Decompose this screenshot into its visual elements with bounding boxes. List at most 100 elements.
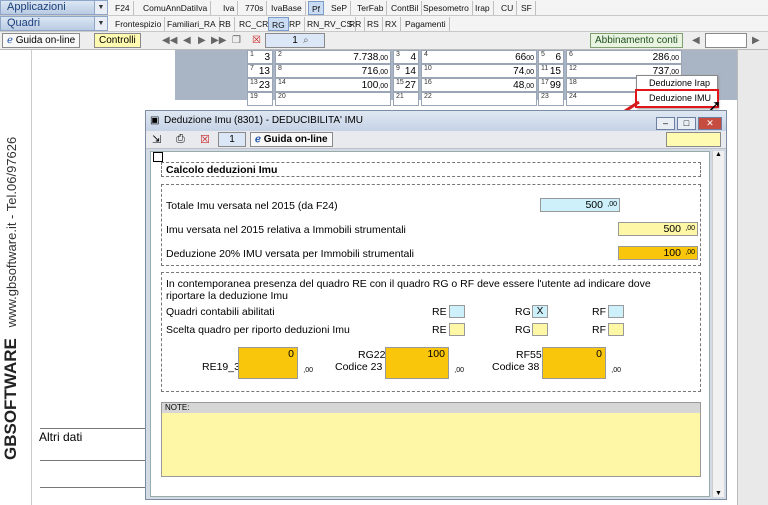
menu-item-comuanndatiiva[interactable]: ComuAnnDatiIva xyxy=(140,1,212,15)
cell-number: 19 xyxy=(250,93,258,100)
grid-cell[interactable]: 34 xyxy=(393,50,419,64)
grid-cell[interactable]: 7 13 xyxy=(247,64,273,78)
grid-cell[interactable]: 6 286,00 xyxy=(566,50,682,64)
main-toolbar: ℯ Guida on-line Controlli ◀◀ ◀ ▶ ▶▶ ❐ ☒ … xyxy=(0,32,768,50)
rg-choice-checkbox[interactable] xyxy=(532,323,548,336)
deduzione-imu-item[interactable]: Deduzione IMU xyxy=(635,89,719,108)
grid-cell[interactable]: 13 xyxy=(247,50,273,64)
prev-arrow-icon[interactable]: ◀ xyxy=(692,35,700,46)
guida-online-button[interactable]: ℯ Guida on-line xyxy=(2,33,81,48)
grid-cell[interactable]: 23 xyxy=(538,92,564,106)
menu-item-contbil[interactable]: ContBil xyxy=(388,1,423,15)
applicazioni-combo[interactable]: Applicazioni ▼ xyxy=(0,0,108,15)
menu-item-ivabase[interactable]: IvaBase xyxy=(268,1,306,15)
grid-cell[interactable]: 4 6600 xyxy=(421,50,537,64)
maximize-icon[interactable]: □ xyxy=(677,117,696,130)
grid-cell[interactable]: 21 xyxy=(393,92,419,106)
quadro-tab-frontespizio[interactable]: Frontespizio xyxy=(112,17,166,31)
decimal-suffix: ,00 xyxy=(454,367,464,374)
controlli-button[interactable]: Controlli xyxy=(94,33,141,48)
first-page-icon[interactable]: ◀◀ xyxy=(162,35,177,46)
quadri-combo[interactable]: Quadri ▼ xyxy=(0,16,108,31)
menu-item-iva[interactable]: Iva xyxy=(220,1,239,15)
re-choice-checkbox[interactable] xyxy=(449,323,465,336)
rf-enabled-checkbox[interactable] xyxy=(608,305,624,318)
copy-icon[interactable]: ❐ xyxy=(232,35,241,46)
rg-enabled-checkbox[interactable]: X xyxy=(532,305,548,318)
cell-value: 3 xyxy=(264,52,270,63)
page-number-field[interactable]: 1 xyxy=(265,33,325,48)
close-icon[interactable]: ✕ xyxy=(698,117,722,130)
quadro-tab-rs[interactable]: RS xyxy=(364,17,383,31)
grid-cell[interactable]: 20 xyxy=(275,92,391,106)
deduzione-irap-item[interactable]: Deduzione Irap xyxy=(637,76,717,91)
quadro-tab-rr[interactable]: RR xyxy=(346,17,366,31)
scroll-down-icon[interactable]: ▼ xyxy=(713,490,724,497)
cell-value: 14 xyxy=(405,66,416,77)
grid-cell[interactable]: 16 48,00 xyxy=(421,78,537,92)
next-arrow-icon[interactable]: ▶ xyxy=(752,35,760,46)
grid-cell[interactable]: 10 74,00 xyxy=(421,64,537,78)
grid-cell[interactable]: 14 100,00 xyxy=(275,78,391,92)
quadro-tab-rx[interactable]: RX xyxy=(382,17,401,31)
toolbar-search-input[interactable] xyxy=(705,33,747,48)
cell-value: 286,00 xyxy=(653,52,679,63)
row1-label: Totale Imu versata nel 2015 (da F24) xyxy=(166,200,338,212)
grid-cell[interactable]: 9 14 xyxy=(393,64,419,78)
menu-item-pf[interactable]: Pf xyxy=(308,1,325,15)
dialog-body: Calcolo deduzioni Imu Totale Imu versata… xyxy=(150,151,710,497)
import-icon[interactable]: ⇲ xyxy=(152,133,161,146)
menu-item-spesometro[interactable]: Spesometro xyxy=(420,1,473,15)
deduzione-20-field[interactable]: 100 xyxy=(618,246,698,260)
chevron-down-icon[interactable]: ▼ xyxy=(94,17,107,30)
minimize-icon[interactable]: – xyxy=(656,117,675,130)
re-enabled-checkbox[interactable] xyxy=(449,305,465,318)
totale-imu-field[interactable]: 500 xyxy=(540,198,620,212)
prev-page-icon[interactable]: ◀ xyxy=(183,35,191,46)
delete-icon[interactable]: ☒ xyxy=(200,133,210,146)
grid-cell[interactable]: 56 xyxy=(538,50,564,64)
quadro-tab-pagamenti[interactable]: Pagamenti xyxy=(402,17,450,31)
rf55-field[interactable]: 0,00 xyxy=(542,347,621,379)
grid-cell[interactable]: 15 27 xyxy=(393,78,419,92)
next-page-icon[interactable]: ▶ xyxy=(198,35,206,46)
cell-value: 15 xyxy=(550,66,561,77)
menu-item-f24[interactable]: F24 xyxy=(112,1,134,15)
info-text-2: riportare la deduzione Imu xyxy=(166,290,288,302)
menu-item-terfab[interactable]: TerFab xyxy=(354,1,388,15)
quadro-tab-rc_cr[interactable]: RC_CR xyxy=(236,17,273,31)
chevron-down-icon[interactable]: ▼ xyxy=(94,1,107,14)
rg22-field[interactable]: 100,00 xyxy=(385,347,464,379)
grid-cell[interactable]: 17 99 xyxy=(538,78,564,92)
rf55-label: RF55 xyxy=(516,349,542,361)
abbinamento-conti-button[interactable]: Abbinamento conti xyxy=(590,33,683,48)
grid-cell[interactable]: 19 xyxy=(247,92,273,106)
rf-choice-checkbox[interactable] xyxy=(608,323,624,336)
menu-item-770s[interactable]: 770s xyxy=(242,1,268,15)
grid-cell[interactable]: 22 xyxy=(421,92,537,106)
grid-cell[interactable]: 8 716,00 xyxy=(275,64,391,78)
scroll-up-icon[interactable]: ▲ xyxy=(713,151,724,158)
dialog-page-field[interactable]: 1 xyxy=(218,132,246,147)
right-scroll-area[interactable] xyxy=(737,50,768,505)
dialog-guida-button[interactable]: ℯ Guida on-line xyxy=(250,132,333,147)
menu-item-sf[interactable]: SF xyxy=(518,1,536,15)
search-icon[interactable]: ⌕ xyxy=(303,35,309,46)
quadro-tab-rp[interactable]: RP xyxy=(286,17,305,31)
quadro-tab-rb[interactable]: RB xyxy=(216,17,235,31)
delete-icon[interactable]: ☒ xyxy=(252,35,261,46)
menu-item-sep[interactable]: SeP xyxy=(328,1,352,15)
menu-item-cu[interactable]: CU xyxy=(498,1,518,15)
grid-cell[interactable]: 11 15 xyxy=(538,64,564,78)
menu-item-irap[interactable]: Irap xyxy=(472,1,494,15)
grid-cell[interactable]: 13 23 xyxy=(247,78,273,92)
dialog-yellow-field[interactable] xyxy=(666,132,721,147)
imu-immobili-field[interactable]: 500 xyxy=(618,222,698,236)
quadro-tab-familiari_ra[interactable]: Familiari_RA xyxy=(164,17,220,31)
re19-field[interactable]: 0,00 xyxy=(238,347,313,379)
print-icon[interactable]: ⎙ xyxy=(176,133,185,146)
notes-area[interactable]: NOTE: xyxy=(161,402,701,477)
last-page-icon[interactable]: ▶▶ xyxy=(211,35,226,46)
dialog-scrollbar[interactable]: ▲ ▼ xyxy=(712,151,724,497)
grid-cell[interactable]: 2 7.738,00 xyxy=(275,50,391,64)
